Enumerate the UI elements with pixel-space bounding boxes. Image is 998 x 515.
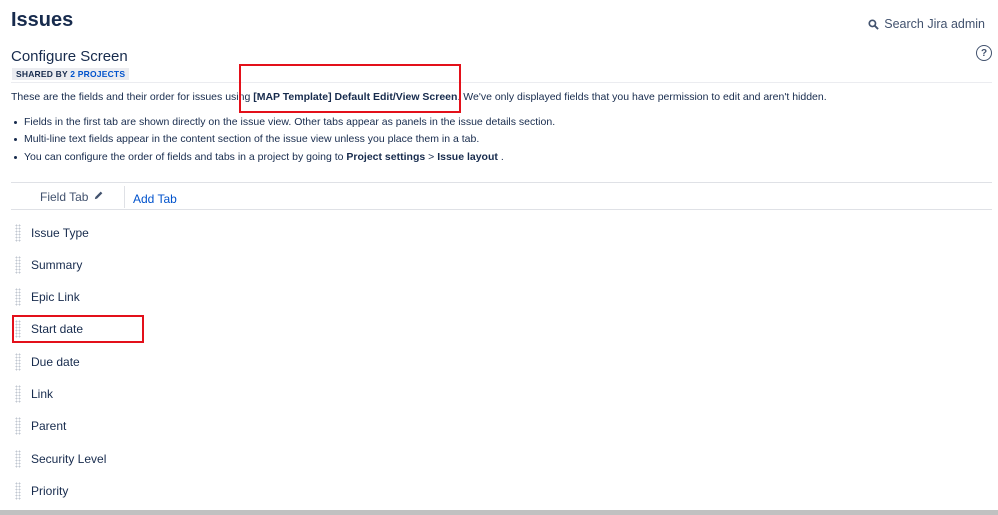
info-bullet: You can configure the order of fields an… [11, 151, 504, 163]
bullet-dot [14, 137, 17, 141]
search-icon [868, 18, 879, 30]
horizontal-scrollbar[interactable] [0, 510, 998, 515]
shared-projects-link[interactable]: 2 PROJECTS [70, 69, 125, 79]
tab-field-tab[interactable]: Field Tab [40, 190, 104, 204]
pencil-icon[interactable] [93, 190, 104, 204]
add-tab-link[interactable]: Add Tab [133, 192, 177, 206]
drag-handle-icon[interactable] [15, 353, 21, 371]
drag-handle-icon[interactable] [15, 450, 21, 468]
drag-handle-icon[interactable] [15, 224, 21, 242]
tab-divider [124, 186, 125, 208]
field-row-priority[interactable]: Priority [15, 479, 68, 503]
field-row-link[interactable]: Link [15, 382, 53, 406]
field-row-epic-link[interactable]: Epic Link [15, 285, 80, 309]
project-settings-text: Project settings [346, 151, 426, 163]
info-bullet: Fields in the first tab are shown direct… [11, 116, 555, 128]
drag-handle-icon[interactable] [15, 482, 21, 500]
field-label: Link [31, 387, 54, 401]
issue-layout-text: Issue layout [437, 151, 498, 163]
field-row-due-date[interactable]: Due date [15, 350, 80, 374]
field-label: Due date [31, 355, 80, 369]
bullet-text-suffix: . [500, 151, 504, 163]
description-prefix: These are the fields and their order for… [11, 91, 251, 103]
tabs-bottom-divider [11, 209, 992, 210]
shared-by-badge: SHARED BY 2 PROJECTS [12, 68, 130, 80]
field-row-security-level[interactable]: Security Level [15, 447, 106, 471]
description-suffix: . We've only displayed fields that you h… [457, 91, 827, 103]
search-jira-admin-link[interactable]: Search Jira admin [868, 17, 985, 31]
page-title: Issues [11, 9, 74, 31]
drag-handle-icon[interactable] [15, 417, 21, 435]
search-label: Search Jira admin [884, 17, 985, 31]
header-divider [11, 82, 992, 83]
bullet-dot [14, 155, 17, 159]
field-label: Summary [31, 258, 83, 272]
drag-handle-icon[interactable] [15, 385, 21, 403]
field-label: Parent [31, 419, 67, 433]
bullet-text: You can configure the order of fields an… [24, 151, 504, 163]
highlight-box-screen-name [239, 64, 461, 113]
field-label: Security Level [31, 452, 107, 466]
info-bullet: Multi-line text fields appear in the con… [11, 133, 479, 145]
configure-screen-title: Configure Screen [11, 48, 128, 65]
shared-by-label: SHARED BY [16, 69, 68, 79]
path-separator: > [428, 151, 435, 163]
help-icon[interactable]: ? [976, 45, 992, 61]
drag-handle-icon[interactable] [15, 256, 21, 274]
drag-handle-icon[interactable] [15, 288, 21, 306]
bullet-text: Multi-line text fields appear in the con… [24, 133, 480, 145]
field-row-summary[interactable]: Summary [15, 253, 82, 277]
bullet-text-prefix: You can configure the order of fields an… [24, 151, 344, 163]
tabs-top-divider [11, 182, 992, 183]
field-label: Issue Type [31, 226, 89, 240]
bullet-dot [14, 120, 17, 124]
tab-label: Field Tab [40, 190, 89, 204]
field-label: Priority [31, 484, 69, 498]
highlight-box-start-date [12, 315, 144, 343]
field-row-parent[interactable]: Parent [15, 414, 66, 438]
field-row-issue-type[interactable]: Issue Type [15, 221, 89, 245]
field-label: Epic Link [31, 290, 80, 304]
bullet-text: Fields in the first tab are shown direct… [24, 116, 556, 128]
